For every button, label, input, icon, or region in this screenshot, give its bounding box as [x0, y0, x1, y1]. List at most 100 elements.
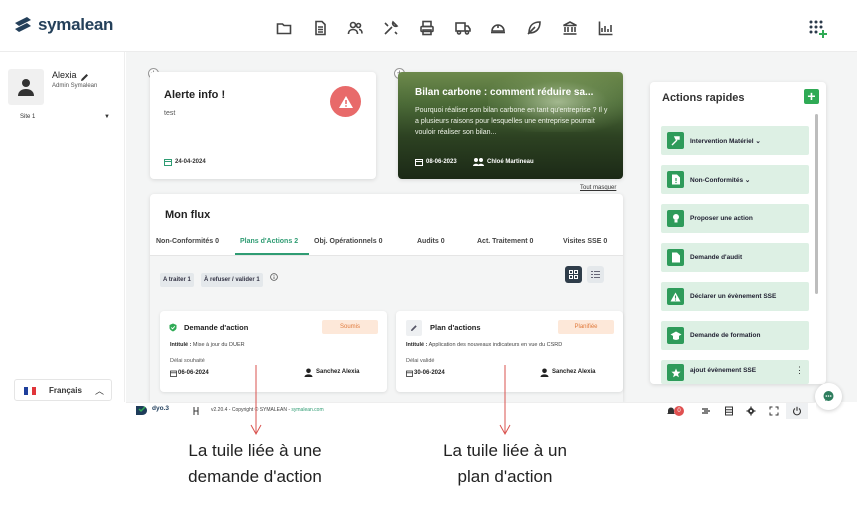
chat-icon [823, 391, 834, 401]
language-select[interactable]: Français ︿ [14, 379, 112, 401]
tree-icon[interactable] [192, 406, 202, 416]
info-icon[interactable] [270, 273, 278, 281]
filter-chip-a-traiter[interactable]: A traiter 1 [160, 273, 194, 287]
news-excerpt: Pourquoi réaliser son bilan carbone en t… [415, 107, 608, 136]
tile-assignee: Sanchez Alexia [552, 369, 596, 375]
user-name: Alexia [52, 70, 77, 80]
tile-title: Plan d'actions [430, 323, 481, 332]
sidebar: Alexia Admin Symalean Site 1 ▼ Français … [0, 52, 125, 402]
symalean-link[interactable]: symalean.com [291, 407, 323, 413]
quick-action-demande-audit[interactable]: Demande d'audit [661, 243, 809, 272]
quick-action-non-conformites[interactable]: Non-Conformités ⌄ [661, 165, 809, 194]
chat-button[interactable] [815, 383, 842, 410]
tile-date: 30-06-2024 [414, 370, 445, 376]
action-request-tile[interactable]: Demande d'action Soumis Intitulé : Mise … [160, 311, 387, 392]
tab-audits[interactable]: Audits 0 [417, 238, 445, 245]
tile-date: 06-06-2024 [178, 370, 209, 376]
quick-action-proposer-action[interactable]: Proposer une action [661, 204, 809, 233]
grid-icon [569, 270, 578, 279]
footer-bar: dyo.3 v2.20.4 - Copyright © SYMALEAN - s… [126, 402, 816, 419]
alert-info-card[interactable]: Alerte info ! test 24-04-2024 [150, 72, 376, 179]
tab-plans-actions[interactable]: Plans d'Actions 2 [240, 238, 298, 245]
file-icon [667, 249, 684, 266]
hide-all-link[interactable]: Tout masquer [580, 185, 616, 191]
notification-count-badge: 0 [674, 406, 684, 416]
site-select[interactable]: Site 1 ▼ [20, 114, 110, 120]
news-author: Chloé Martineau [487, 159, 534, 165]
users-icon[interactable] [347, 20, 363, 36]
quick-actions-panel: Actions rapides + Intervention Matériel … [650, 82, 826, 384]
edit-pencil-icon[interactable] [80, 69, 89, 81]
folder-icon[interactable] [276, 20, 292, 36]
grid-view-button[interactable] [565, 266, 582, 283]
feed-title: Mon flux [165, 209, 211, 221]
tools-icon[interactable] [383, 20, 399, 36]
logout-button[interactable] [786, 403, 808, 419]
news-card[interactable]: Bilan carbone : comment réduire sa... Po… [398, 72, 623, 179]
alert-title: Alerte info ! [164, 89, 226, 101]
person-icon [540, 368, 549, 377]
hammer-icon [667, 132, 684, 149]
chart-icon[interactable] [598, 20, 614, 36]
dyo-logo-label: dyo.3 [152, 405, 169, 412]
alert-text: test [164, 110, 176, 117]
truck-icon[interactable] [455, 20, 471, 36]
shield-check-icon [169, 323, 177, 332]
quick-action-label: Proposer une action [690, 215, 753, 222]
active-tab-indicator [235, 253, 309, 255]
gear-icon[interactable] [746, 406, 756, 416]
fullscreen-icon[interactable] [769, 406, 779, 416]
list-view-button[interactable] [587, 266, 604, 283]
language-label: Français [49, 386, 82, 395]
symalean-logo[interactable]: symalean [12, 14, 113, 36]
helmet-icon[interactable] [490, 20, 506, 36]
annotation-right: La tuile liée à un plan d'action [443, 441, 567, 486]
more-options-icon[interactable]: ⋮ [795, 365, 804, 376]
quick-actions-title: Actions rapides [662, 92, 745, 104]
screen: symalean Alexia Admin Symalean Site 1 ▼ … [0, 0, 857, 507]
french-flag-icon [24, 387, 36, 395]
lightbulb-icon [667, 210, 684, 227]
filter-chip-a-refuser-valider[interactable]: À refuser / valider 1 [201, 273, 263, 287]
chevron-up-icon: ︿ [95, 386, 105, 396]
feed-tabs: Non-Conformités 0 Plans d'Actions 2 Obj.… [150, 234, 623, 256]
quick-action-declarer-evenement[interactable]: Déclarer un évènement SSE [661, 282, 809, 311]
printer-icon[interactable] [419, 20, 435, 36]
tile-title: Demande d'action [184, 323, 249, 332]
tab-visites-sse[interactable]: Visites SSE 0 [563, 238, 607, 245]
document-icon[interactable] [312, 20, 328, 36]
tab-non-conformites[interactable]: Non-Conformités 0 [156, 238, 219, 245]
feed-content: A traiter 1 À refuser / valider 1 Demand… [150, 256, 623, 402]
quick-action-intervention-materiel[interactable]: Intervention Matériel ⌄ [661, 126, 809, 155]
author-icon [473, 158, 484, 166]
tile-assignee: Sanchez Alexia [316, 369, 360, 375]
list-icon [591, 271, 600, 278]
bank-icon[interactable] [562, 20, 578, 36]
quick-action-label: Demande d'audit [690, 254, 743, 261]
leaf-icon[interactable] [526, 20, 542, 36]
person-icon [304, 368, 313, 377]
footer-copyright: v2.20.4 - Copyright © SYMALEAN - symalea… [211, 407, 324, 413]
quick-action-ajout-evenement[interactable]: ajout évènement SSE ⋮ [661, 360, 809, 384]
star-icon [667, 364, 684, 381]
tab-obj-operationnels[interactable]: Obj. Opérationnels 0 [314, 238, 382, 245]
app-name: symalean [38, 15, 114, 34]
tile-intitule: Intitulé : Mise à jour du DUER [170, 342, 245, 348]
tab-act-traitement[interactable]: Act. Traitement 0 [477, 238, 533, 245]
quick-action-label: Non-Conformités ⌄ [690, 177, 751, 184]
scrollbar[interactable] [815, 114, 818, 294]
calendar-icon [406, 370, 413, 377]
status-badge: Planifiée [558, 320, 614, 334]
quick-action-label: Déclarer un évènement SSE [690, 293, 777, 300]
list-icon[interactable] [724, 406, 734, 416]
quick-action-label: ajout évènement SSE [690, 367, 757, 374]
calendar-icon [164, 159, 172, 166]
add-quick-action-button[interactable]: + [804, 89, 819, 104]
avatar[interactable] [8, 69, 44, 105]
status-badge: Soumis [322, 320, 378, 334]
annotation-left: La tuile liée à une demande d'action [188, 441, 322, 486]
menu-icon[interactable] [701, 406, 711, 416]
apps-grid-icon[interactable] [808, 19, 828, 39]
chevron-down-icon: ⌄ [744, 177, 751, 184]
quick-action-demande-formation[interactable]: Demande de formation [661, 321, 809, 350]
